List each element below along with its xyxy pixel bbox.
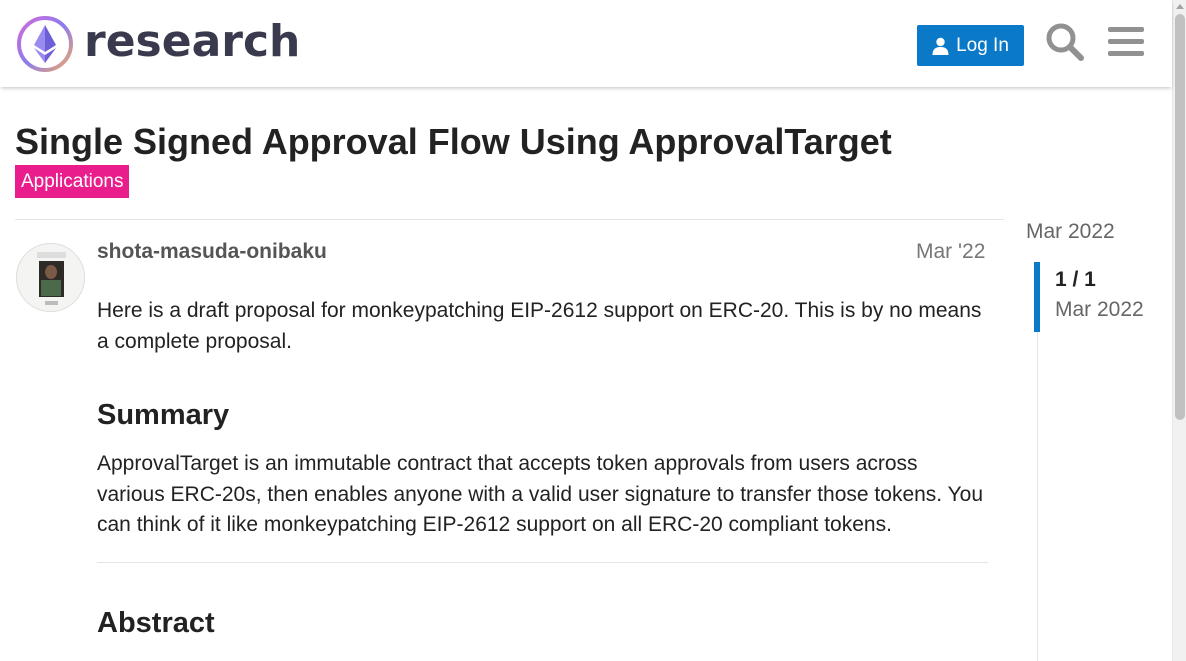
post-intro: Here is a draft proposal for monkeypatch… xyxy=(97,296,988,357)
abstract-heading: Abstract xyxy=(97,607,215,639)
post-divider xyxy=(15,219,1004,220)
hamburger-menu-icon[interactable] xyxy=(1104,20,1148,64)
scroll-up-arrow-icon[interactable] xyxy=(1176,4,1184,9)
site-header: research Log In xyxy=(0,0,1172,87)
search-icon[interactable] xyxy=(1043,20,1087,64)
category-badge[interactable]: Applications xyxy=(15,165,130,198)
section-divider xyxy=(97,562,988,563)
log-in-label: Log In xyxy=(956,34,1009,56)
timeline-position: 1 / 1 xyxy=(1055,268,1096,291)
topic-title[interactable]: Single Signed Approval Flow Using Approv… xyxy=(15,120,892,164)
timeline-handle[interactable] xyxy=(1034,262,1040,332)
user-icon xyxy=(932,37,949,55)
ethereum-logo-icon xyxy=(17,16,73,72)
post-intro-text: Here is a draft proposal for monkeypatch… xyxy=(97,299,982,353)
timeline-start-date[interactable]: Mar 2022 xyxy=(1026,220,1115,244)
scrollbar-thumb[interactable] xyxy=(1175,14,1185,420)
timeline-current-date: Mar 2022 xyxy=(1055,298,1144,321)
summary-heading: Summary xyxy=(97,399,230,431)
summary-text: ApprovalTarget is an immutable contract … xyxy=(97,452,984,536)
post-username[interactable]: shota-masuda-onibaku xyxy=(97,240,327,264)
log-in-button[interactable]: Log In xyxy=(917,25,1024,66)
post-date[interactable]: Mar '22 xyxy=(916,240,985,264)
site-logo[interactable]: research xyxy=(16,15,300,73)
avatar[interactable] xyxy=(16,243,85,312)
logo-text: research xyxy=(84,16,301,67)
page-scrollbar[interactable] xyxy=(1172,0,1186,661)
